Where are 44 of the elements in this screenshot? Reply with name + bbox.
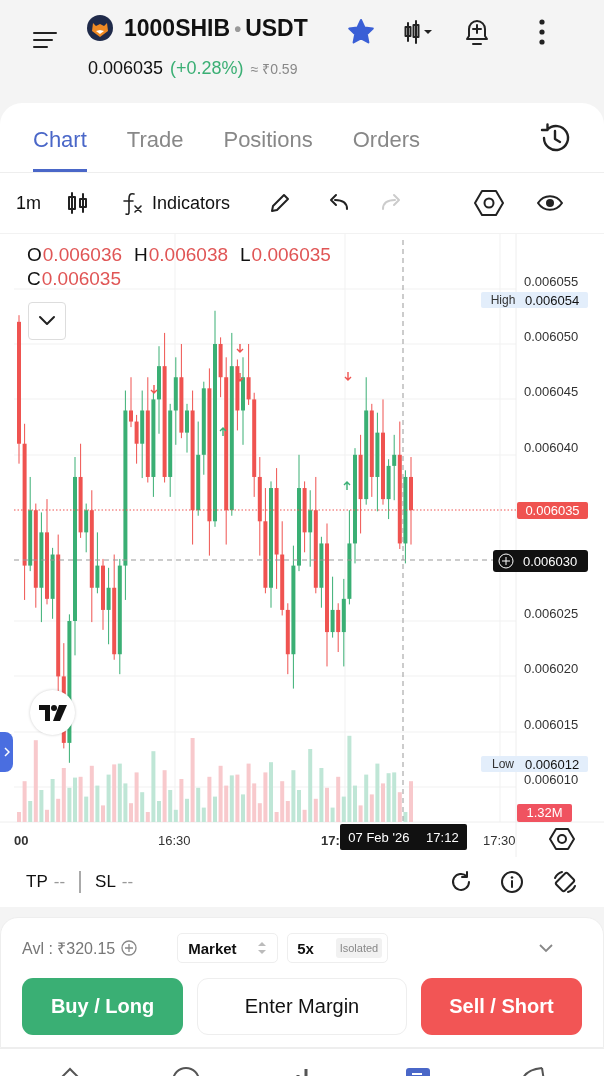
price-axis-label: 0.006010 xyxy=(524,772,579,787)
tp-value: -- xyxy=(53,872,66,892)
tab[interactable]: Orders xyxy=(352,103,420,172)
available-balance: Avl : ₹320.15 xyxy=(22,939,116,959)
price-axis-label: 0.006020 xyxy=(524,661,579,676)
tab[interactable]: Chart xyxy=(33,103,87,172)
margin-mode-tag: Isolated xyxy=(335,938,383,958)
high-value: 0.006054 xyxy=(525,292,580,308)
pair-title: 1000SHIB • USDT xyxy=(124,14,308,42)
low-label: Low xyxy=(491,757,515,771)
ohlc-value: C0.006035 xyxy=(27,268,121,290)
crosshair-date: 07 Feb '26 xyxy=(348,829,410,845)
crosshair-price: 0.006030 xyxy=(523,553,578,569)
tp-label[interactable]: TP xyxy=(26,872,48,892)
high-label: High xyxy=(489,293,517,307)
price-axis-label: 0.006055 xyxy=(524,274,579,289)
indicators-button[interactable]: Indicators xyxy=(152,192,231,214)
price-axis-label: 0.006040 xyxy=(524,440,579,455)
price-axis-label: 0.006025 xyxy=(524,606,579,621)
ohlc-value: L0.006035 xyxy=(240,244,331,266)
price-axis-label: 0.006050 xyxy=(524,329,579,344)
order-type-select[interactable]: Market xyxy=(177,933,279,963)
price-change: (+0.28%) xyxy=(170,58,244,79)
last-price: 0.006035 xyxy=(88,58,164,79)
time-axis-label: 17: xyxy=(321,833,340,848)
time-axis-label: 16:30 xyxy=(158,833,191,848)
time-axis-label: 00 xyxy=(14,833,29,848)
volume-label: 1.32M xyxy=(517,804,572,822)
time-axis-label: 17:30 xyxy=(483,833,516,848)
leverage-select[interactable]: 5x Isolated xyxy=(287,933,389,963)
price-axis-label: 0.006045 xyxy=(524,384,579,399)
last-price-label: 0.006035 xyxy=(517,502,588,519)
ohlc-value: H0.006038 xyxy=(134,244,228,266)
ohlc-value: O0.006036 xyxy=(27,244,123,266)
sl-label[interactable]: SL xyxy=(95,872,116,892)
interval-selector[interactable]: 1m xyxy=(16,192,41,214)
fiat-price: ≈ ₹0.59 xyxy=(250,60,298,78)
margin-field[interactable]: Enter Margin xyxy=(197,978,407,1035)
price-axis-label: 0.006015 xyxy=(524,717,579,732)
tab[interactable]: Positions xyxy=(223,103,313,172)
sl-value: -- xyxy=(121,872,134,892)
tab[interactable]: Trade xyxy=(126,103,184,172)
crosshair-time: 17:12 xyxy=(426,829,459,845)
low-value: 0.006012 xyxy=(525,756,580,772)
